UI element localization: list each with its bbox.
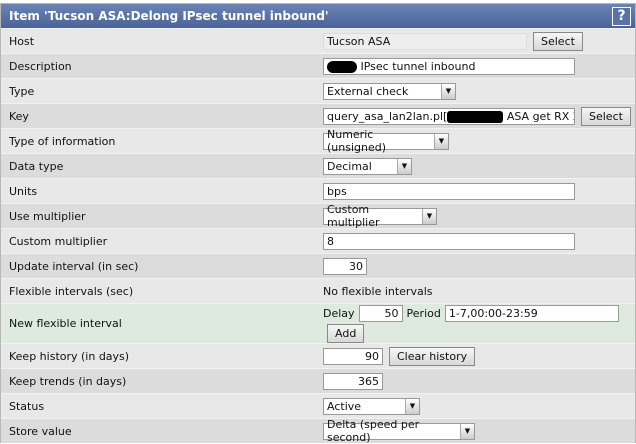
type-label: Type [9,84,35,98]
data-type-select[interactable]: Decimal ▼ [323,157,412,175]
redaction [447,110,504,123]
dropdown-arrow-icon: ▼ [422,208,436,224]
key-select-button[interactable]: Select [581,106,631,126]
status-select[interactable]: Active ▼ [323,397,420,415]
dropdown-arrow-icon: ▼ [397,158,411,174]
host-select-button[interactable]: Select [533,31,583,51]
use-multiplier-select[interactable]: Custom multiplier ▼ [323,203,437,229]
type-of-information-label: Type of information [9,134,116,148]
period-input[interactable]: 1-7,00:00-23:59 [444,304,619,322]
clear-history-button[interactable]: Clear history [389,346,476,366]
type-of-information-value: Numeric (unsigned) [327,128,387,154]
dropdown-arrow-icon: ▼ [434,133,448,149]
update-interval-label: Update interval (in sec) [9,259,139,273]
row-update-interval: Update interval (in sec) 30 [1,253,635,278]
add-button[interactable]: Add [327,323,365,343]
row-data-type: Data type Decimal ▼ [1,153,635,178]
row-type: Type External check ▼ [1,78,635,103]
delay-input[interactable]: 50 [358,304,403,322]
type-of-information-select[interactable]: Numeric (unsigned) ▼ [323,128,449,154]
key-label: Key [9,109,29,123]
update-interval-input[interactable]: 30 [323,257,367,275]
dropdown-arrow-icon: ▼ [460,423,474,439]
key-input[interactable]: query_asa_lan2lan.pl[ ASA get RX 2 [323,107,575,125]
row-new-flexible-interval: New flexible interval Delay 50 Period 1-7,00… [1,303,635,343]
custom-multiplier-label: Custom multiplier [9,234,108,248]
flexible-intervals-value: No flexible intervals [323,284,433,298]
use-multiplier-value: Custom multiplier [327,203,380,229]
units-input[interactable]: bps [323,182,575,200]
row-type-of-information: Type of information Numeric (unsigned) ▼ [1,128,635,154]
row-keep-trends: Keep trends (in days) 365 [1,368,635,393]
description-label: Description [9,59,72,73]
keep-history-input[interactable]: 90 [323,347,383,365]
period-label: Period [406,306,441,320]
store-value-select[interactable]: Delta (speed per second) ▼ [323,418,475,444]
row-units: Units bps [1,178,635,203]
redaction [327,60,357,73]
row-use-multiplier: Use multiplier Custom multiplier ▼ [1,203,635,229]
row-description: Description IPsec tunnel inbound [1,53,635,78]
type-select[interactable]: External check ▼ [323,82,456,100]
row-host: Host Tucson ASA Select [1,28,635,53]
units-label: Units [9,184,38,198]
row-flexible-intervals: Flexible intervals (sec) No flexible inte… [1,278,635,303]
flexible-intervals-label: Flexible intervals (sec) [9,284,134,298]
store-value-value: Delta (speed per second) [327,418,420,444]
type-value: External check [327,84,409,98]
description-text: IPsec tunnel inbound [360,59,476,73]
dropdown-arrow-icon: ▼ [405,398,419,414]
row-status: Status Active ▼ [1,393,635,418]
row-store-value: Store value Delta (speed per second) ▼ [1,418,635,444]
description-input[interactable]: IPsec tunnel inbound [323,57,575,75]
status-value: Active [327,399,362,413]
form-title: Item 'Tucson ASA:Delong IPsec tunnel inb… [9,9,329,23]
key-text-start: query_asa_lan2lan.pl[ [327,109,448,123]
host-input[interactable]: Tucson ASA [323,32,527,50]
item-form: Item 'Tucson ASA:Delong IPsec tunnel inb… [0,3,636,444]
store-value-label: Store value [9,424,72,438]
use-multiplier-label: Use multiplier [9,209,86,223]
form-header: Item 'Tucson ASA:Delong IPsec tunnel inb… [1,4,635,28]
keep-trends-label: Keep trends (in days) [9,374,127,388]
keep-trends-input[interactable]: 365 [323,372,383,390]
dropdown-arrow-icon: ▼ [441,83,455,99]
row-custom-multiplier: Custom multiplier 8 [1,228,635,253]
row-keep-history: Keep history (in days) 90 Clear history [1,343,635,368]
keep-history-label: Keep history (in days) [9,349,130,363]
row-key: Key query_asa_lan2lan.pl[ ASA get RX 2 Sel… [1,103,635,128]
new-flexible-interval-label: New flexible interval [9,317,122,330]
status-label: Status [9,399,45,413]
help-button[interactable]: ? [612,7,631,26]
host-label: Host [9,34,35,48]
key-text-end: ASA get RX 2 [506,109,575,123]
delay-label: Delay [323,306,355,320]
data-type-label: Data type [9,159,64,173]
custom-multiplier-input[interactable]: 8 [323,232,575,250]
data-type-value: Decimal [327,159,372,173]
